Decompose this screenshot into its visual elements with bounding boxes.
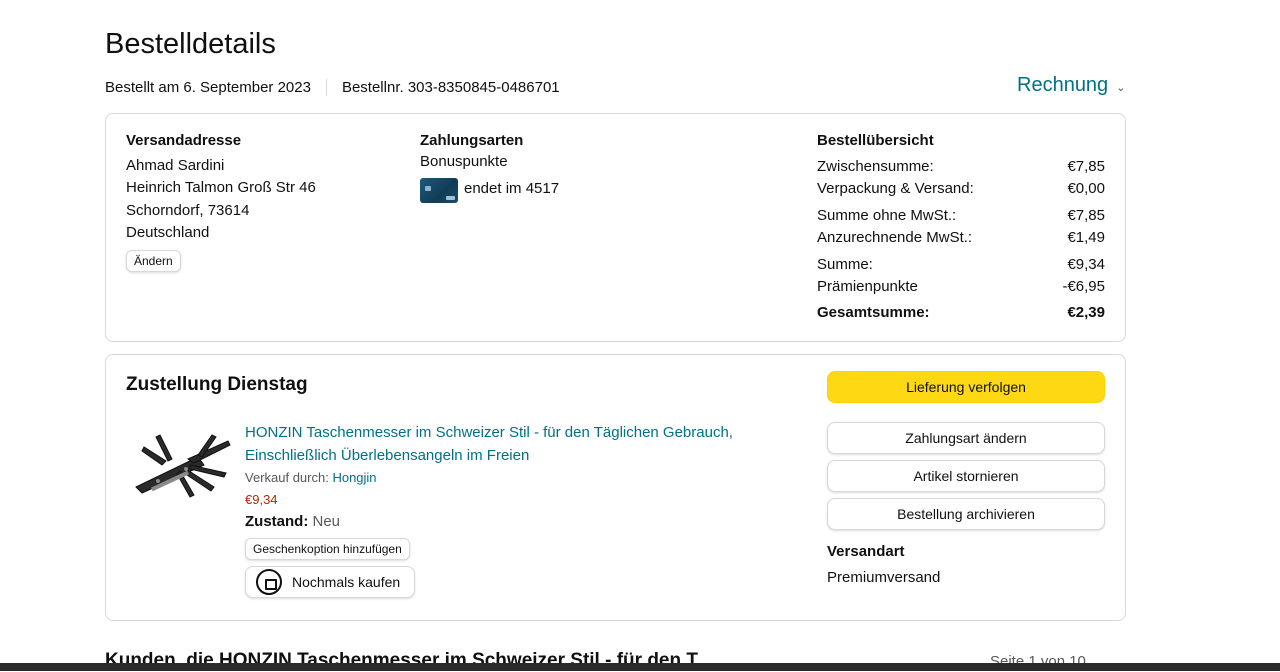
summary-value: €9,34 bbox=[1067, 256, 1105, 273]
product-condition: Zustand: Neu bbox=[245, 513, 340, 530]
chevron-down-icon: ⌄ bbox=[1116, 81, 1126, 94]
summary-label: Summe ohne MwSt.: bbox=[817, 207, 957, 224]
buy-again-label: Nochmals kaufen bbox=[292, 574, 401, 590]
shipping-country: Deutschland bbox=[126, 224, 210, 241]
summary-label: Zwischensumme: bbox=[817, 158, 934, 175]
page-title: Bestelldetails bbox=[105, 28, 276, 60]
payment-method-points: Bonuspunkte bbox=[420, 153, 508, 170]
summary-label: Prämienpunkte bbox=[817, 278, 918, 295]
archive-order-button[interactable]: Bestellung archivieren bbox=[827, 498, 1105, 530]
delivery-card: Zustellung Dienstag HONZIN Taschenmesser… bbox=[105, 354, 1126, 621]
cancel-item-button[interactable]: Artikel stornieren bbox=[827, 460, 1105, 492]
order-meta: Bestellt am 6. September 2023 Bestellnr.… bbox=[105, 79, 560, 96]
change-address-button[interactable]: Ändern bbox=[126, 250, 181, 272]
summary-value: €2,39 bbox=[1067, 304, 1105, 321]
add-gift-option-button[interactable]: Geschenkoption hinzufügen bbox=[245, 538, 410, 560]
seller-info: Verkauf durch: Hongjin bbox=[245, 470, 377, 485]
track-package-button[interactable]: Lieferung verfolgen bbox=[827, 371, 1105, 403]
product-title-link[interactable]: HONZIN Taschenmesser im Schweizer Stil -… bbox=[245, 422, 785, 467]
order-date: Bestellt am 6. September 2023 bbox=[105, 79, 311, 96]
shipping-city: Schorndorf, 73614 bbox=[126, 202, 250, 219]
seller-prefix: Verkauf durch: bbox=[245, 470, 329, 485]
summary-label: Anzurechnende MwSt.: bbox=[817, 229, 973, 246]
summary-heading: Bestellübersicht bbox=[817, 132, 934, 149]
product-price: €9,34 bbox=[245, 492, 278, 507]
delivery-heading: Zustellung Dienstag bbox=[126, 374, 308, 395]
summary-row: Prämienpunkte -€6,95 bbox=[817, 278, 1105, 295]
summary-total-row: Gesamtsumme: €2,39 bbox=[817, 304, 1105, 321]
invoice-label: Rechnung bbox=[1017, 74, 1109, 96]
buy-again-icon bbox=[256, 569, 282, 595]
summary-row: Zwischensumme: €7,85 bbox=[817, 158, 1105, 175]
summary-value: €1,49 bbox=[1067, 229, 1105, 246]
divider bbox=[325, 79, 327, 96]
summary-row: Verpackung & Versand: €0,00 bbox=[817, 180, 1105, 197]
summary-label: Verpackung & Versand: bbox=[817, 180, 974, 197]
shipping-type-value: Premiumversand bbox=[827, 569, 941, 586]
summary-value: €7,85 bbox=[1067, 207, 1105, 224]
summary-value: €7,85 bbox=[1067, 158, 1105, 175]
condition-label: Zustand: bbox=[245, 513, 309, 530]
summary-label: Summe: bbox=[817, 256, 873, 273]
order-info-card: Versandadresse Ahmad Sardini Heinrich Ta… bbox=[105, 113, 1126, 342]
summary-row: Summe: €9,34 bbox=[817, 256, 1105, 273]
summary-label: Gesamtsumme: bbox=[817, 304, 930, 321]
shipping-heading: Versandadresse bbox=[126, 132, 242, 149]
bottom-bar bbox=[0, 663, 1280, 671]
payment-heading: Zahlungsarten bbox=[420, 132, 524, 149]
summary-value: -€6,95 bbox=[1062, 278, 1105, 295]
credit-card-icon bbox=[420, 178, 458, 203]
card-ending: endet im 4517 bbox=[464, 180, 560, 197]
shipping-street: Heinrich Talmon Groß Str 46 bbox=[126, 179, 316, 196]
summary-row: Summe ohne MwSt.: €7,85 bbox=[817, 207, 1105, 224]
order-number: Bestellnr. 303-8350845-0486701 bbox=[341, 79, 560, 96]
seller-link[interactable]: Hongjin bbox=[332, 470, 376, 485]
summary-value: €0,00 bbox=[1067, 180, 1105, 197]
invoice-dropdown[interactable]: Rechnung ⌄ bbox=[1017, 74, 1125, 97]
buy-again-button[interactable]: Nochmals kaufen bbox=[245, 566, 415, 598]
pocket-knife-image[interactable] bbox=[128, 429, 236, 501]
summary-row: Anzurechnende MwSt.: €1,49 bbox=[817, 229, 1105, 246]
shipping-name: Ahmad Sardini bbox=[126, 157, 225, 174]
shipping-type-heading: Versandart bbox=[827, 543, 905, 560]
change-payment-button[interactable]: Zahlungsart ändern bbox=[827, 422, 1105, 454]
condition-value: Neu bbox=[312, 513, 341, 530]
